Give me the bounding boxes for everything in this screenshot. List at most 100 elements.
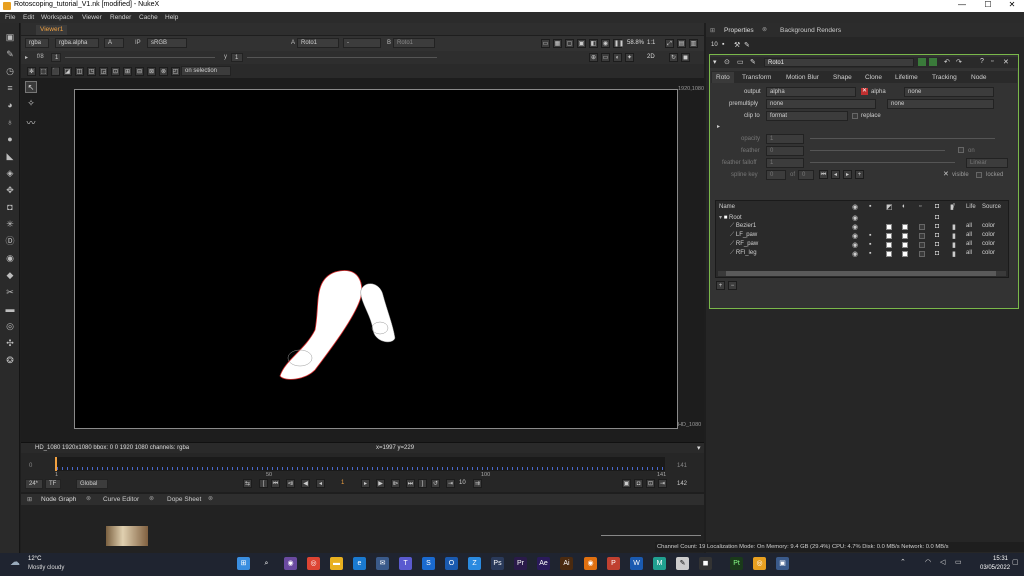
points-tool-icon[interactable]: ✧ xyxy=(25,98,37,110)
tab-lifetime[interactable]: Lifetime xyxy=(891,72,922,83)
menu-help[interactable]: Help xyxy=(165,14,178,21)
col-name[interactable]: Name xyxy=(719,204,735,210)
col-lock-icon[interactable]: ▪ xyxy=(869,203,871,210)
rfl-leg-shape[interactable] xyxy=(360,283,396,343)
tab-background-renders[interactable]: Background Renders xyxy=(780,27,841,34)
b-input-select[interactable]: Roto1 xyxy=(393,38,435,48)
source-value[interactable]: color xyxy=(982,223,995,229)
start-icon[interactable]: ⊞ xyxy=(237,557,250,570)
viewer-settings-icon[interactable]: ▤ xyxy=(677,39,686,48)
clipping-icon[interactable]: ◐ xyxy=(613,53,622,62)
edge-icon[interactable]: e xyxy=(353,557,366,570)
a-input-select[interactable]: Roto1 xyxy=(297,38,339,48)
overlay-icon[interactable]: ▣ xyxy=(577,39,586,48)
bounce-icon[interactable]: ⇆ xyxy=(243,479,252,488)
tab-curve-editor[interactable]: Curve Editor xyxy=(103,496,139,503)
overlay-checkbox[interactable] xyxy=(886,251,892,257)
volume-icon[interactable]: ◁ xyxy=(940,558,945,566)
output-mask-select[interactable]: none xyxy=(904,87,994,97)
composite-mode-select[interactable]: - xyxy=(343,38,381,48)
store-icon[interactable]: S xyxy=(422,557,435,570)
col-source[interactable]: Source xyxy=(982,204,1001,210)
lut-icon[interactable]: ◧ xyxy=(589,39,598,48)
selection-mode-icon[interactable]: ◰ xyxy=(171,67,180,76)
fps-select[interactable]: 24* xyxy=(25,479,43,489)
first-frame-icon[interactable]: ⏮ xyxy=(271,479,280,488)
word-icon[interactable]: W xyxy=(630,557,643,570)
menu-viewer[interactable]: Viewer xyxy=(82,14,102,21)
tab-roto[interactable]: Roto xyxy=(712,72,734,83)
gizmo-tool-icon[interactable]: ❂ xyxy=(4,354,16,366)
menu-edit[interactable]: Edit xyxy=(23,14,34,21)
keyer-tool-icon[interactable]: ● xyxy=(4,133,16,145)
menu-cache[interactable]: Cache xyxy=(139,14,158,21)
color-tool-icon[interactable]: ◕ xyxy=(4,99,16,111)
zoom-icon[interactable]: Z xyxy=(468,557,481,570)
chat-icon[interactable]: ◉ xyxy=(284,557,297,570)
tab-curve-editor-close-icon[interactable]: ⊗ xyxy=(149,495,154,502)
node-name-field[interactable]: Roto1 xyxy=(764,58,914,67)
opacity-field[interactable]: 1 xyxy=(766,134,804,144)
expand-section-icon[interactable]: ▸ xyxy=(717,123,720,130)
tree-row-rf-paw[interactable]: ⟋ RF_paw xyxy=(730,241,758,248)
show-splines-icon[interactable]: ◫ xyxy=(75,67,84,76)
roto-settings-icon[interactable]: ✻ xyxy=(27,67,36,76)
on-selection-select[interactable]: on selection xyxy=(181,66,231,76)
weather-icon[interactable]: ☁ xyxy=(10,557,20,568)
premultiply-mask-select[interactable]: none xyxy=(887,99,994,109)
color-swatch[interactable] xyxy=(902,233,908,239)
feather-link-icon[interactable]: ◪ xyxy=(63,67,72,76)
visible-check-icon[interactable]: ✕ xyxy=(943,170,949,178)
tree-row-bezier1[interactable]: ⟋ Bezier1 xyxy=(730,223,756,230)
range-select[interactable]: Global xyxy=(76,479,108,489)
blend-icon[interactable]: ◘ xyxy=(935,232,939,239)
feather-on-checkbox[interactable] xyxy=(958,147,964,153)
outlook-icon[interactable]: O xyxy=(445,557,458,570)
flipbook-icon[interactable]: ▣ xyxy=(622,479,631,488)
tab-tracking[interactable]: Tracking xyxy=(928,72,961,83)
add-spline-key-icon[interactable]: + xyxy=(855,170,864,179)
frame-range-icon[interactable]: ⇥ xyxy=(658,479,667,488)
snap-icon[interactable]: ⬛ xyxy=(51,67,60,76)
select-tool-icon[interactable]: ↖ xyxy=(25,81,37,93)
autokey-icon[interactable]: ⊡ xyxy=(111,67,120,76)
app-icon[interactable]: ◼ xyxy=(699,557,712,570)
close-button[interactable]: ✕ xyxy=(1002,0,1022,12)
roi-icon[interactable]: ▭ xyxy=(541,39,550,48)
in-point-icon[interactable]: [ xyxy=(259,479,268,488)
blend-icon[interactable]: ◘ xyxy=(935,223,939,230)
tab-clone[interactable]: Clone xyxy=(861,72,886,83)
center-node-icon[interactable]: ▭ xyxy=(737,58,744,66)
tree-scrollbar[interactable] xyxy=(718,271,1006,276)
step-forward-icon[interactable]: ⇉ xyxy=(473,479,482,488)
right-tabs-menu-icon[interactable]: ⊞ xyxy=(710,27,715,34)
wifi-icon[interactable]: ◠ xyxy=(925,558,931,566)
fstop-value[interactable]: f/8 xyxy=(37,54,44,60)
clear-panels-icon[interactable]: ✎ xyxy=(744,41,750,49)
life-value[interactable]: all xyxy=(966,241,972,247)
tree-row-rfl-leg[interactable]: ⟋ RFl_leg xyxy=(730,250,757,257)
motionblur-icon[interactable]: ▮ xyxy=(952,250,956,258)
visible-icon[interactable]: ◉ xyxy=(852,250,858,258)
deep-tool-icon[interactable]: Ⓓ xyxy=(4,235,16,247)
col-overlay-icon[interactable]: ◩ xyxy=(886,203,893,211)
battery-icon[interactable]: ▭ xyxy=(955,558,962,566)
spline-key-field[interactable]: 0 xyxy=(766,170,786,180)
show-transform-icon[interactable]: ◳ xyxy=(87,67,96,76)
toolsets-tool-icon[interactable]: ✂ xyxy=(4,286,16,298)
delete-key-icon[interactable]: ⊗ xyxy=(159,67,168,76)
color-swatch[interactable] xyxy=(902,251,908,257)
tf-select[interactable]: TF xyxy=(45,479,61,489)
bezier-tool-icon[interactable]: 〰 xyxy=(25,116,37,128)
image-frame[interactable] xyxy=(74,89,678,429)
visible-icon[interactable]: ◉ xyxy=(852,232,858,240)
source-value[interactable]: color xyxy=(982,241,995,247)
step-value[interactable]: 10 xyxy=(459,480,466,486)
show-points-icon[interactable]: ⬚ xyxy=(39,67,48,76)
prev-key-icon[interactable]: ⧏ xyxy=(286,479,295,488)
next-key-icon[interactable]: ⧐ xyxy=(391,479,400,488)
life-value[interactable]: all xyxy=(966,223,972,229)
proxy-ratio[interactable]: 1:1 xyxy=(647,40,655,46)
image-tool-icon[interactable]: ▣ xyxy=(4,31,16,43)
minimize-button[interactable]: — xyxy=(952,0,972,12)
